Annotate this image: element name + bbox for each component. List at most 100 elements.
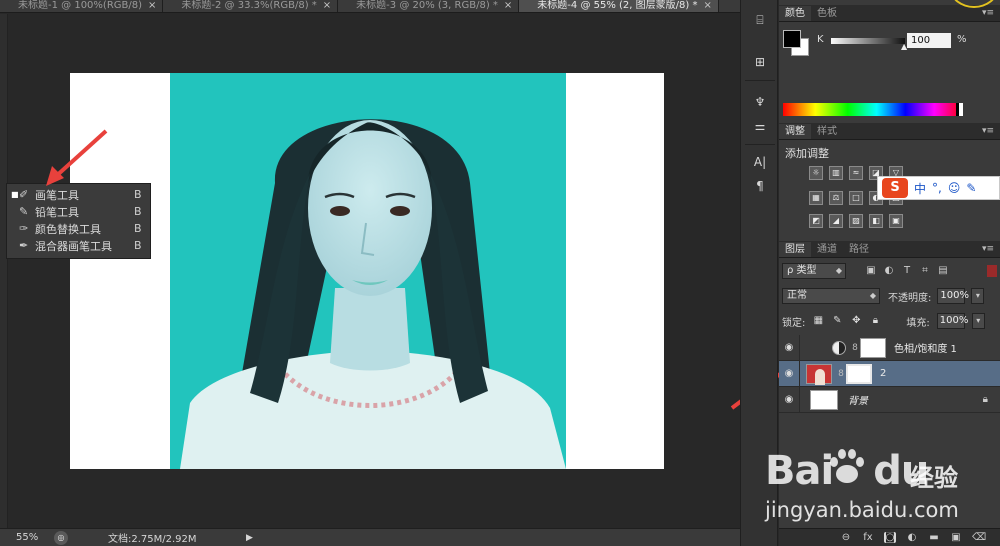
eye-icon[interactable]: ◉ [779,368,799,379]
threshold-icon[interactable]: ▨ [849,214,863,228]
blend-mode-select[interactable]: 正常 ◆ [782,288,880,304]
k-unit-label: % [957,34,967,45]
levels-icon[interactable]: ▥ [829,166,843,180]
invert-icon[interactable]: ◩ [809,214,823,228]
layer-row-background[interactable]: ◉ 背景 🔒︎ [779,386,1000,413]
flyout-item-mixer-brush[interactable]: ✒ 混合器画笔工具 B [7,237,150,254]
blend-mode-label: 正常 [787,290,807,301]
foreground-color-swatch-top[interactable] [783,30,801,48]
tab-layers[interactable]: 图层 [779,242,811,257]
eye-icon[interactable]: ◉ [779,342,799,353]
layer-name[interactable]: 2 [880,368,886,379]
layer-filter-select[interactable]: ρ 类型 ◆ [782,263,846,279]
link-icon[interactable]: 8 [836,369,846,379]
filter-toggle-switch[interactable] [987,265,997,277]
paragraph-icon[interactable]: ¶ [750,176,770,196]
filter-shape-icon[interactable]: ⌗ [918,264,932,278]
lock-all-icon[interactable]: 🔒︎ [869,315,881,327]
layer-name[interactable]: 背景 [848,392,868,407]
layers-panel-header: 图层 通道 路径 ▾≡ [779,241,1000,258]
lock-position-icon[interactable]: ✥ [850,315,862,327]
layer-image-thumbnail[interactable] [806,363,832,385]
layer-name[interactable]: 色相/饱和度 1 [894,340,957,355]
doc-tab-label: 未标题-2 @ 33.3%(RGB/8) * [181,0,317,11]
panel-menu-icon[interactable]: ▾≡ [982,124,994,139]
color-balance-icon[interactable]: ⚖ [829,191,843,205]
channel-label: K [817,34,824,45]
filter-smart-object-icon[interactable]: ▤ [936,264,950,278]
doc-tab-2[interactable]: 未标题-2 @ 33.3%(RGB/8) * × [163,0,339,12]
link-icon[interactable]: 8 [850,343,860,353]
layer-image-thumbnail[interactable] [810,389,838,410]
ime-handwriting-icon[interactable]: ✎ [966,181,976,195]
selective-color-icon[interactable]: ▣ [889,214,903,228]
brush-tool-flyout: ■ ✐ 画笔工具 B ✎ 铅笔工具 B ✑ 颜色替换工具 B ✒ 混合器画笔工具… [6,183,151,259]
hue-saturation-icon[interactable]: ▦ [809,191,823,205]
tab-paths[interactable]: 路径 [843,242,875,257]
flyout-item-pencil[interactable]: ✎ 铅笔工具 B [7,203,150,220]
neck [330,288,410,371]
lock-transparent-icon[interactable]: ▦ [812,315,824,327]
black-white-icon[interactable]: □ [849,191,863,205]
tab-channels[interactable]: 通道 [811,242,843,257]
filter-kind-label: ρ 类型 [787,265,817,276]
lock-pixels-icon[interactable]: ✎ [831,315,843,327]
chevron-down-icon[interactable]: ▾ [971,313,985,329]
chevron-down-icon[interactable]: ▾ [971,288,985,304]
flyout-item-label: 混合器画笔工具 [35,239,112,253]
adjustment-layer-icon [832,340,846,355]
portrait-photo[interactable] [170,73,566,469]
panel-menu-icon[interactable]: ▾≡ [982,242,994,257]
properties-icon[interactable]: ⊞ [750,52,770,72]
document-info-icon[interactable]: ◎ [54,530,68,545]
doc-tab-4[interactable]: 未标题-4 @ 55% (2, 图层蒙版/8) * × [519,0,719,12]
tab-swatches[interactable]: 色板 [811,6,843,21]
brush-presets-icon[interactable]: ♆ [750,92,770,112]
layer-row-2[interactable]: ◉ 8 2 [779,360,1000,387]
doc-tab-label: 未标题-4 @ 55% (2, 图层蒙版/8) * [537,0,698,11]
layer-mask-thumbnail[interactable] [860,337,886,358]
toolbar-edge [0,14,8,528]
brightness-contrast-icon[interactable]: ☼ [809,166,823,180]
opacity-input[interactable]: 100% [937,288,969,304]
status-menu-arrow-icon[interactable]: ▶ [246,533,253,543]
filter-pixel-icon[interactable]: ▣ [864,264,878,278]
zoom-level[interactable]: 55% [6,531,50,545]
k-value-input[interactable]: 100 [907,33,951,48]
k-channel-slider[interactable] [831,38,905,44]
fill-input[interactable]: 100% [936,313,968,329]
close-icon[interactable]: × [148,0,156,12]
color-spectrum-bar[interactable] [783,103,963,116]
ime-chinese-mode[interactable]: 中 [914,180,926,197]
flyout-item-color-replace[interactable]: ✑ 颜色替换工具 B [7,220,150,237]
doc-tab-3[interactable]: 未标题-3 @ 20% (3, RGB/8) * × [338,0,520,12]
document-size: 文档:2.75M/2.92M [108,534,197,545]
spectrum-black-white[interactable] [956,103,963,116]
ime-punctuation[interactable]: °, [932,181,942,195]
panel-menu-icon[interactable]: ▾≡ [982,6,994,21]
character-icon[interactable]: A| [750,152,770,172]
doc-tab-1[interactable]: 未标题-1 @ 100%(RGB/8) × [0,0,164,12]
close-icon[interactable]: × [323,0,331,12]
ime-emoji-icon[interactable]: ☺ [948,181,961,195]
mixer-brush-icon: ✒ [19,239,29,252]
eye-icon[interactable]: ◉ [779,394,799,405]
tab-styles[interactable]: 样式 [811,124,843,139]
filter-type-icon[interactable]: T [900,264,914,278]
tab-adjustments[interactable]: 调整 [779,124,811,139]
right-eye [390,206,410,216]
sogou-logo-icon[interactable]: S [882,178,908,198]
ime-toolbar: S 中 °, ☺ ✎ [877,176,1000,200]
shortcut-key: B [134,188,142,201]
close-icon[interactable]: × [703,0,711,12]
layer-mask-thumbnail[interactable] [846,363,872,384]
layer-row-hue-saturation[interactable]: ◉ 8 色相/饱和度 1 [779,334,1000,361]
gradient-map-icon[interactable]: ◧ [869,214,883,228]
curves-icon[interactable]: ≈ [849,166,863,180]
brush-panel-icon[interactable]: ⚌ [750,116,770,136]
tab-color[interactable]: 颜色 [779,6,811,21]
posterize-icon[interactable]: ◢ [829,214,843,228]
history-icon[interactable]: ⌸ [750,10,770,30]
close-icon[interactable]: × [504,0,512,12]
filter-adjustment-icon[interactable]: ◐ [882,264,896,278]
